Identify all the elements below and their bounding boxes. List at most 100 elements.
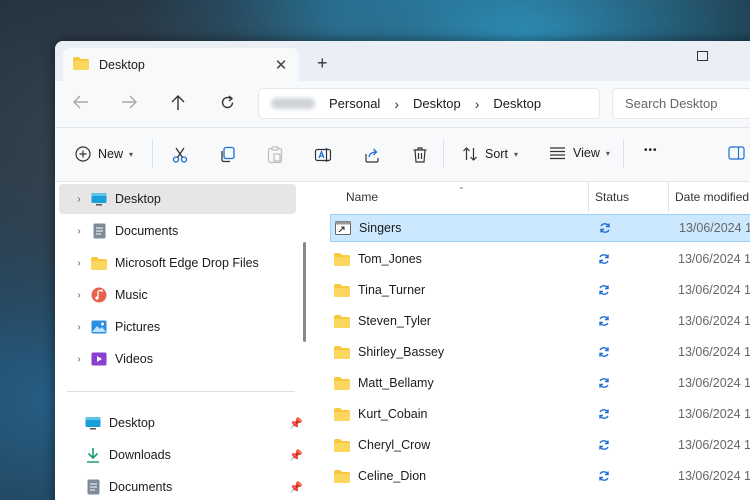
divider [152,140,153,168]
file-date-modified: 13/06/2024 12: [678,314,750,328]
sort-button[interactable]: Sort ▾ [462,146,518,162]
sync-pending-icon [598,346,678,358]
chevron-right-icon[interactable]: › [67,290,91,301]
share-icon [365,148,379,163]
chevron-right-icon[interactable]: › [67,194,91,205]
sync-pending-icon [598,253,678,265]
file-row[interactable]: Steven_Tyler 13/06/2024 12: [330,307,750,335]
nav-item-desktop[interactable]: › Desktop [59,184,296,214]
file-row[interactable]: Kurt_Cobain 13/06/2024 12: [330,400,750,428]
nav-item-videos[interactable]: › Videos [59,344,296,374]
command-bar: New ▾ Sort ▾ View ▾ ••• [55,128,750,182]
column-header-date-modified[interactable]: Date modified [675,182,749,212]
new-label: New [98,147,124,161]
file-row[interactable]: Singers 13/06/2024 12: [330,214,750,242]
pictures-icon [91,319,107,335]
delete-button[interactable] [412,146,428,164]
chevron-right-icon[interactable]: › [67,322,91,333]
quick-access-downloads[interactable]: Downloads 📌 [85,440,305,470]
sort-icon [463,147,477,161]
chevron-right-icon[interactable]: › [67,226,91,237]
folder-icon [334,469,352,483]
file-row[interactable]: Shirley_Bassey 13/06/2024 12: [330,338,750,366]
quick-access-desktop[interactable]: Desktop 📌 [85,408,305,438]
file-name: Tina_Turner [358,283,426,297]
folder-icon [334,252,352,266]
nav-item-music[interactable]: › Music [59,280,296,310]
new-button[interactable]: New ▾ [75,146,133,162]
breadcrumb-desktop[interactable]: Desktop [413,96,461,111]
file-name: Cheryl_Crow [358,438,431,452]
nav-label: Desktop [115,192,161,206]
view-list-icon [550,147,565,160]
paste-button[interactable] [267,146,283,164]
up-arrow-icon[interactable] [168,95,188,116]
file-name: Steven_Tyler [358,314,431,328]
chevron-right-icon[interactable]: › [475,96,480,112]
close-icon[interactable]: ✕ [271,56,291,74]
music-icon [91,287,107,303]
nav-label: Music [115,288,148,302]
documents-icon [85,479,101,495]
nav-label: Documents [115,224,179,238]
nav-item-documents[interactable]: › Documents [59,216,296,246]
rename-button[interactable] [314,146,332,164]
details-pane-icon [728,146,745,160]
copy-button[interactable] [219,146,236,163]
pin-icon[interactable]: 📌 [289,481,303,494]
file-date-modified: 13/06/2024 12: [678,407,750,421]
refresh-icon[interactable] [217,95,237,115]
sync-pending-icon [598,408,678,420]
chevron-down-icon: ▾ [513,149,518,159]
chevron-right-icon[interactable]: › [67,258,91,269]
file-explorer-window: Desktop ✕ + Personal › Desktop › Desktop… [55,41,750,500]
shortcut-file-icon [335,221,353,235]
file-date-modified: 13/06/2024 12: [678,252,750,266]
chevron-down-icon[interactable]: ⌄ [458,182,465,191]
column-header-name[interactable]: Name [346,182,378,212]
nav-item-pictures[interactable]: › Pictures [59,312,296,342]
nav-label: Videos [115,352,153,366]
documents-icon [91,223,107,239]
file-date-modified: 13/06/2024 12: [678,469,750,483]
cut-button[interactable] [171,146,189,164]
breadcrumb[interactable]: Personal › Desktop › Desktop [258,88,600,119]
pin-icon[interactable]: 📌 [289,449,303,462]
pin-icon[interactable]: 📌 [289,417,303,430]
file-name: Shirley_Bassey [358,345,445,359]
file-date-modified: 13/06/2024 12: [678,438,750,452]
share-button[interactable] [363,146,381,164]
nav-label: Microsoft Edge Drop Files [115,256,259,270]
file-row[interactable]: Tina_Turner 13/06/2024 12: [330,276,750,304]
file-row[interactable]: Celine_Dion 13/06/2024 12: [330,462,750,490]
breadcrumb-personal[interactable]: Personal [329,96,380,111]
column-divider[interactable] [588,182,589,212]
file-date-modified: 13/06/2024 12: [678,283,750,297]
file-row[interactable]: Tom_Jones 13/06/2024 12: [330,245,750,273]
column-header-status[interactable]: Status [595,182,629,212]
search-input[interactable]: Search Desktop [612,88,750,119]
forward-arrow-icon[interactable] [119,95,139,114]
column-divider[interactable] [668,182,669,212]
tab-desktop[interactable]: Desktop ✕ [63,48,299,81]
sync-pending-icon [598,470,678,482]
videos-icon [91,351,107,367]
quick-access-label: Desktop [109,416,155,430]
view-button[interactable]: View ▾ [549,146,610,160]
new-tab-button[interactable]: + [317,53,328,74]
maximize-button[interactable] [697,51,708,61]
nav-item-edge-drop-files[interactable]: › Microsoft Edge Drop Files [59,248,296,278]
file-row[interactable]: Matt_Bellamy 13/06/2024 12: [330,369,750,397]
breadcrumb-desktop-current[interactable]: Desktop [493,96,541,111]
navigation-pane: › Desktop › Documents › Microsoft Edge D… [55,182,312,500]
file-row[interactable]: Cheryl_Crow 13/06/2024 12: [330,431,750,459]
back-arrow-icon[interactable] [71,95,91,114]
scissors-icon [172,147,188,163]
chevron-right-icon[interactable]: › [67,354,91,365]
navigation-scrollbar[interactable] [303,242,306,342]
details-pane-button[interactable] [728,146,745,160]
quick-access-documents[interactable]: Documents 📌 [85,472,305,500]
folder-icon [334,376,352,390]
more-options-button[interactable]: ••• [644,145,658,156]
chevron-right-icon[interactable]: › [394,96,399,112]
